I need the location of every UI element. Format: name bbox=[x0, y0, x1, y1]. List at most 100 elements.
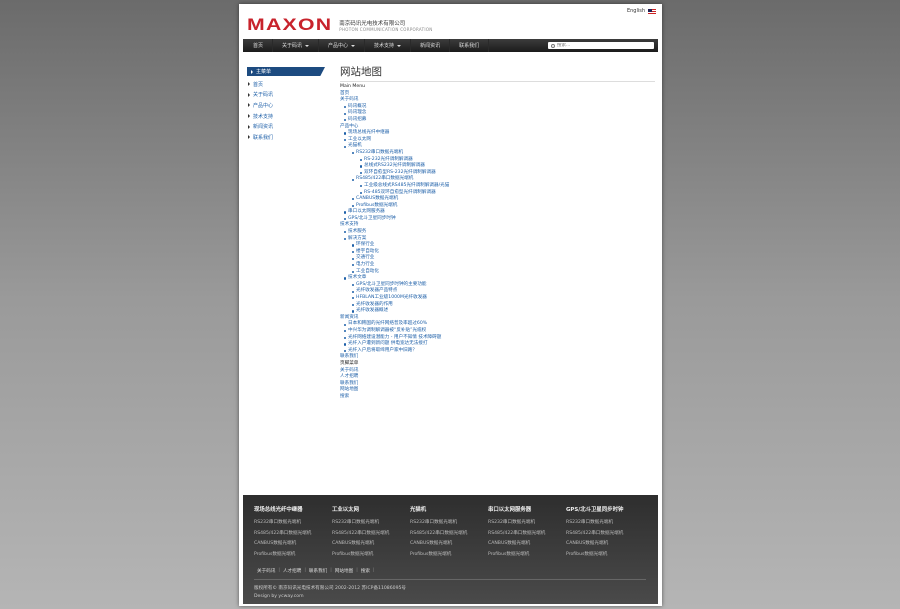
footer-link[interactable]: RS232串口数据光端机 bbox=[410, 518, 488, 529]
sitemap-link[interactable]: Profibus数据光端机 bbox=[356, 203, 397, 208]
footer-link[interactable]: RS485/422串口数据光端机 bbox=[488, 529, 566, 540]
nav-item[interactable]: 技术支持 bbox=[365, 39, 412, 52]
sitemap-link[interactable]: 楼宇自动化 bbox=[356, 249, 379, 254]
footer-column-title[interactable]: 现场总线光纤中继器 bbox=[254, 505, 332, 513]
sitemap-link[interactable]: GPS/北斗卫星同步时钟的主要功能 bbox=[356, 282, 427, 287]
sidebar-item[interactable]: 联系我们 bbox=[247, 132, 325, 143]
sidebar-item[interactable]: 首页 bbox=[247, 79, 325, 90]
footer-nav-link[interactable]: 联系我们 bbox=[306, 568, 330, 574]
sitemap-link[interactable]: 光纤收发器产品特点 bbox=[356, 288, 397, 293]
nav-item[interactable]: 关于码讯 bbox=[273, 39, 320, 52]
footer-column-title[interactable]: 光猫机 bbox=[410, 505, 488, 513]
footer-column-title[interactable]: 串口以太网服务器 bbox=[488, 505, 566, 513]
sidebar-item-label: 技术支持 bbox=[253, 113, 274, 120]
footer-column-title[interactable]: 工业以太网 bbox=[332, 505, 410, 513]
sitemap-link[interactable]: 码讯招募 bbox=[348, 117, 366, 122]
us-flag-icon[interactable] bbox=[648, 8, 656, 14]
sitemap-link[interactable]: 网站地图 bbox=[340, 387, 655, 394]
footer-link[interactable]: RS485/422串口数据光端机 bbox=[332, 529, 410, 540]
sitemap-link[interactable]: 联系我们 bbox=[340, 354, 655, 361]
sitemap-link[interactable]: 光纤入户后将取缔用户家中旧路？ bbox=[348, 348, 417, 353]
footer-link[interactable]: RS485/422串口数据光端机 bbox=[566, 529, 644, 540]
sidebar-item[interactable]: 关于码讯 bbox=[247, 90, 325, 101]
sitemap-link[interactable]: 日本和韩国的光纤网络普及率超过60% bbox=[348, 321, 427, 326]
nav-item[interactable]: 产品中心 bbox=[319, 39, 366, 52]
footer-nav-link[interactable]: 搜索 bbox=[358, 568, 373, 574]
footer-column-title[interactable]: GPS/北斗卫星同步时钟 bbox=[566, 505, 644, 513]
sitemap-link[interactable]: 码讯概况 bbox=[348, 104, 366, 109]
language-label[interactable]: English bbox=[627, 8, 645, 14]
sitemap-link[interactable]: RS-232光纤调制解调器 bbox=[364, 157, 413, 162]
sitemap-link[interactable]: 现场总线光纤中继器 bbox=[348, 130, 389, 135]
sidebar-item[interactable]: 新闻资讯 bbox=[247, 121, 325, 132]
sitemap-link[interactable]: 联系我们 bbox=[340, 381, 655, 388]
sitemap-link[interactable]: 技术文章 bbox=[348, 275, 366, 280]
sitemap-item: 光纤收发器产品特点 bbox=[340, 288, 655, 295]
sitemap-link[interactable]: 技术服务 bbox=[348, 229, 366, 234]
sitemap-link[interactable]: 光纤入户遭到新问题 供电宽达无法接打 bbox=[348, 341, 428, 346]
sitemap-link[interactable]: 关于码讯 bbox=[340, 368, 655, 375]
sitemap-item: 联系我们 bbox=[340, 381, 655, 388]
sitemap-link[interactable]: 光猫机 bbox=[348, 143, 362, 148]
sitemap-link[interactable]: 码讯理念 bbox=[348, 110, 366, 115]
footer-link[interactable]: Profibus数据光端机 bbox=[254, 550, 332, 561]
sitemap-link[interactable]: 交通行业 bbox=[356, 255, 374, 260]
sitemap-link[interactable]: HFBLAN工业级1000M光纤收发器 bbox=[356, 295, 427, 300]
sitemap-link[interactable]: GPS/北斗卫星同步时钟 bbox=[348, 216, 396, 221]
search-icon[interactable] bbox=[551, 43, 555, 48]
sidebar-item[interactable]: 技术支持 bbox=[247, 111, 325, 122]
sitemap-link[interactable]: 总线式RS232光纤调制解调器 bbox=[364, 163, 425, 168]
footer-link[interactable]: CANBUS数据光端机 bbox=[488, 539, 566, 550]
nav-item[interactable]: 联系我们 bbox=[450, 39, 490, 52]
sitemap-link[interactable]: 人才招聘 bbox=[340, 374, 655, 381]
footer-link[interactable]: Profibus数据光端机 bbox=[488, 550, 566, 561]
sitemap-link[interactable]: 搜索 bbox=[340, 394, 655, 401]
sitemap-link[interactable]: 解决方案 bbox=[348, 236, 366, 241]
sitemap-link[interactable]: 工业级总线式RS485光纤调制解调器/光猫 bbox=[364, 183, 449, 188]
sitemap-link[interactable]: 光纤网络建设潜能力 - 用户不知情 技术障碍题 bbox=[348, 335, 441, 340]
sitemap-item: GPS/北斗卫星同步时钟 bbox=[340, 216, 655, 223]
sitemap-link[interactable]: 技术支持 bbox=[340, 222, 655, 229]
footer-nav-link[interactable]: 人才招聘 bbox=[280, 568, 304, 574]
sitemap-link[interactable]: 环保行业 bbox=[356, 242, 374, 247]
nav-item[interactable]: 首页 bbox=[243, 39, 274, 52]
sitemap-link[interactable]: 串口以太网服务器 bbox=[348, 209, 385, 214]
footer-link[interactable]: CANBUS数据光端机 bbox=[566, 539, 644, 550]
sitemap-link[interactable]: 电力行业 bbox=[356, 262, 374, 267]
sidebar-list: 首页 关于码讯 产品中心技术支持 新闻资讯 联系我们 bbox=[247, 79, 325, 143]
logo[interactable]: MAXON 南京码讯光电技术有限公司 PHOTON COMMUNICATION … bbox=[247, 15, 433, 35]
sitemap-link[interactable]: 光纤收发器的作用 bbox=[356, 302, 393, 307]
language-switcher[interactable]: English bbox=[627, 8, 656, 14]
footer-link[interactable]: RS232串口数据光端机 bbox=[332, 518, 410, 529]
design-credit[interactable]: Design by ycway.com bbox=[254, 593, 406, 601]
sitemap-link[interactable]: CANBUS数据光端机 bbox=[356, 196, 398, 201]
sitemap-link[interactable]: RS-485双环自愈型光纤调制解调器 bbox=[364, 190, 436, 195]
footer-link[interactable]: RS232串口数据光端机 bbox=[488, 518, 566, 529]
footer-links: 关于码讯 | 人才招聘 | 联系我们 | 网站地图 | 搜索 | bbox=[254, 568, 375, 574]
sitemap-link[interactable]: 光纤收发器概述 bbox=[356, 308, 388, 313]
footer-link[interactable]: Profibus数据光端机 bbox=[332, 550, 410, 561]
footer-link[interactable]: CANBUS数据光端机 bbox=[254, 539, 332, 550]
search-box[interactable] bbox=[548, 42, 654, 49]
footer-link[interactable]: CANBUS数据光端机 bbox=[332, 539, 410, 550]
footer-link[interactable]: RS485/422串口数据光端机 bbox=[410, 529, 488, 540]
footer-link[interactable]: RS232串口数据光端机 bbox=[566, 518, 644, 529]
footer-link[interactable]: RS232串口数据光端机 bbox=[254, 518, 332, 529]
sitemap-link[interactable]: RS485/422串口数据光端机 bbox=[356, 176, 413, 181]
sidebar-item[interactable]: 产品中心 bbox=[247, 100, 325, 111]
sitemap-link[interactable]: 双环自愈型RS-232光纤调制解调器 bbox=[364, 170, 436, 175]
footer-link[interactable]: Profibus数据光端机 bbox=[410, 550, 488, 561]
footer-link[interactable]: CANBUS数据光端机 bbox=[410, 539, 488, 550]
sitemap-link[interactable]: 工业以太网 bbox=[348, 137, 371, 142]
nav-item[interactable]: 新闻资讯 bbox=[411, 39, 451, 52]
footer-link[interactable]: Profibus数据光端机 bbox=[566, 550, 644, 561]
footer-link[interactable]: RS485/422串口数据光端机 bbox=[254, 529, 332, 540]
sitemap-link[interactable]: 中兴华为调制解调器被“反补贴”光缆权 bbox=[348, 328, 426, 333]
footer-nav-link[interactable]: 关于码讯 bbox=[254, 568, 278, 574]
sitemap-link[interactable]: 关于码讯 bbox=[340, 97, 655, 104]
sitemap-link[interactable]: 工业自动化 bbox=[356, 269, 379, 274]
footer-nav-link[interactable]: 网站地图 bbox=[332, 568, 356, 574]
search-input[interactable] bbox=[557, 42, 647, 49]
sitemap-link[interactable]: 首页 bbox=[340, 91, 655, 98]
sitemap-link[interactable]: RS232串口数据光端机 bbox=[356, 150, 403, 155]
